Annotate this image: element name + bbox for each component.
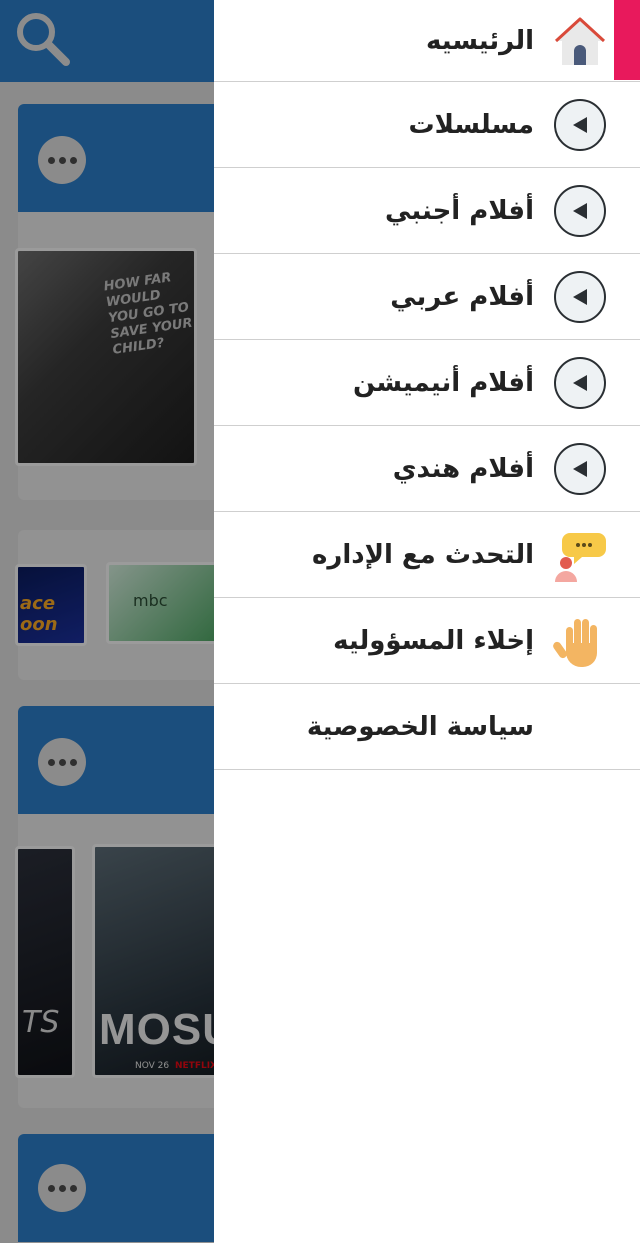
menu-item-label: مسلسلات <box>408 109 535 140</box>
raised-hand-icon <box>552 613 608 669</box>
expand-arrow-icon <box>552 97 608 153</box>
menu-item-animation-movies[interactable]: أفلام أنيميشن <box>214 340 640 426</box>
menu-item-label: التحدث مع الإداره <box>312 539 534 570</box>
menu-item-label: أفلام أجنبي <box>385 195 534 226</box>
menu-item-arabic-movies[interactable]: أفلام عربي <box>214 254 640 340</box>
expand-arrow-icon <box>552 355 608 411</box>
menu-item-indian-movies[interactable]: أفلام هندي <box>214 426 640 512</box>
menu-item-foreign-movies[interactable]: أفلام أجنبي <box>214 168 640 254</box>
menu-item-label: سياسة الخصوصية <box>306 711 534 742</box>
navigation-drawer: الرئيسيه مسلسلات أفلام أجنبي أفلام عربي … <box>214 0 640 1243</box>
menu-item-label: أفلام عربي <box>390 281 534 312</box>
menu-item-privacy-policy[interactable]: سياسة الخصوصية <box>214 684 640 770</box>
expand-arrow-icon <box>552 441 608 497</box>
menu-item-disclaimer[interactable]: إخلاء المسؤوليه <box>214 598 640 684</box>
menu-item-label: أفلام أنيميشن <box>353 367 534 398</box>
menu-item-label: إخلاء المسؤوليه <box>333 625 534 656</box>
chat-admin-icon <box>552 527 608 583</box>
expand-arrow-icon <box>552 183 608 239</box>
home-icon <box>552 13 608 69</box>
menu-item-home[interactable]: الرئيسيه <box>214 0 640 82</box>
menu-item-contact-admin[interactable]: التحدث مع الإداره <box>214 512 640 598</box>
menu-item-label: أفلام هندي <box>392 453 534 484</box>
expand-arrow-icon <box>552 269 608 325</box>
menu-item-label: الرئيسيه <box>425 25 534 56</box>
menu-item-series[interactable]: مسلسلات <box>214 82 640 168</box>
